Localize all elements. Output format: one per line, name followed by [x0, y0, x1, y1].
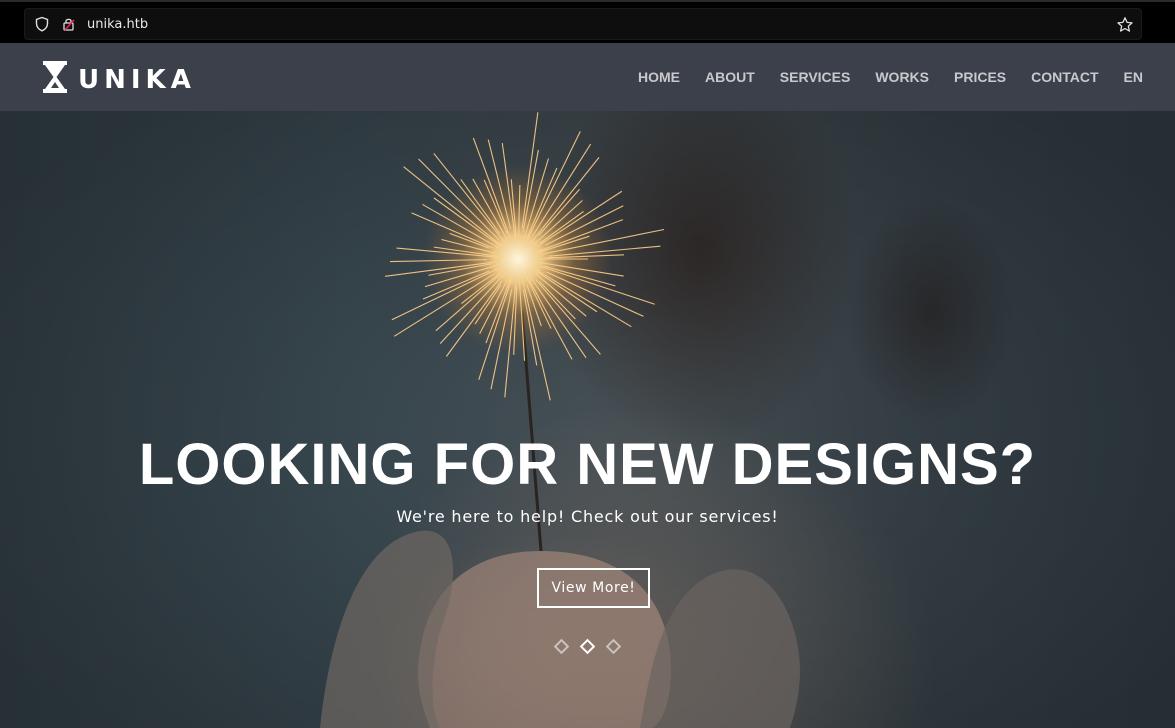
lock-icon[interactable] [61, 16, 77, 37]
hero-subtitle: We're here to help! Check out our servic… [396, 507, 779, 526]
slide-indicator-3[interactable] [605, 638, 622, 655]
nav-contact[interactable]: CONTACT [1031, 69, 1098, 85]
nav-services[interactable]: SERVICES [780, 69, 851, 85]
site-logo[interactable]: UNIKA [42, 60, 196, 99]
slider-indicators [0, 638, 1175, 655]
slide-indicator-2[interactable] [579, 638, 596, 655]
nav-language[interactable]: EN [1124, 69, 1143, 85]
site-navbar: UNIKA HOME ABOUT SERVICES WORKS PRICES C… [0, 43, 1175, 111]
nav-prices[interactable]: PRICES [954, 69, 1006, 85]
url-text[interactable]: unika.htb [87, 17, 148, 32]
logo-text: UNIKA [78, 64, 196, 95]
sparkler-image [320, 112, 800, 728]
main-nav: HOME ABOUT SERVICES WORKS PRICES CONTACT… [613, 43, 1143, 111]
shield-icon[interactable] [34, 16, 50, 37]
browser-toolbar: unika.htb [0, 0, 1175, 43]
nav-works[interactable]: WORKS [875, 69, 929, 85]
nav-about[interactable]: ABOUT [705, 69, 755, 85]
star-icon[interactable] [1116, 16, 1134, 39]
url-bar[interactable]: unika.htb [24, 8, 1142, 40]
slide-indicator-1[interactable] [553, 638, 570, 655]
hero-slider: LOOKING FOR NEW DESIGNS? We're here to h… [0, 111, 1175, 728]
hourglass-logo-icon [42, 60, 68, 99]
hero-title: LOOKING FOR NEW DESIGNS? [138, 432, 1037, 497]
view-more-button[interactable]: View More! [537, 568, 650, 608]
nav-home[interactable]: HOME [638, 69, 680, 85]
